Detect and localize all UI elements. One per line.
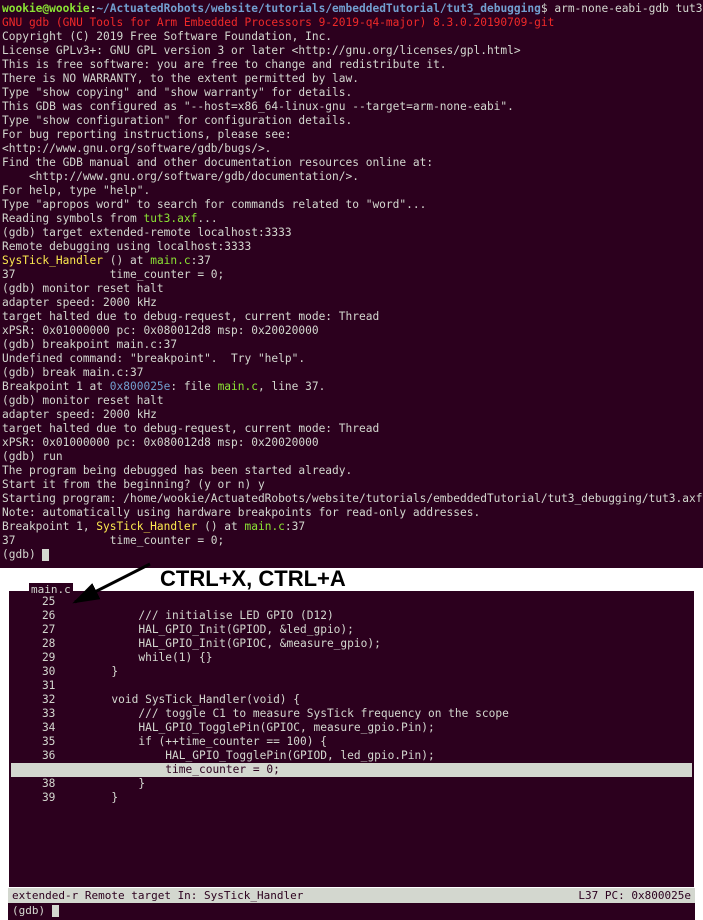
line-number: 26 — [11, 609, 71, 623]
line-number: 27 — [11, 623, 71, 637]
output-line: (gdb) target extended-remote localhost:3… — [2, 226, 701, 240]
source-code: while(1) {} — [71, 651, 212, 664]
source-code: } — [71, 665, 118, 678]
line-number: 36 — [11, 749, 71, 763]
line-number: 34 — [11, 721, 71, 735]
prompt-user: wookie@wookie — [2, 2, 90, 15]
source-code: /// initialise LED GPIO (D12) — [71, 609, 334, 622]
output-line: Type "apropos word" to search for comman… — [2, 198, 701, 212]
annotation-arrow-icon — [40, 560, 160, 610]
shell-prompt: wookie@wookie:~/ActuatedRobots/website/t… — [2, 2, 701, 16]
breakpoint-hit-line: Breakpoint 1, SysTick_Handler () at main… — [2, 520, 701, 534]
line-number: 38 — [11, 777, 71, 791]
output-line: Note: automatically using hardware break… — [2, 506, 701, 520]
output-line: xPSR: 0x01000000 pc: 0x080012d8 msp: 0x2… — [2, 324, 701, 338]
keyboard-shortcut-label: CTRL+X, CTRL+A — [160, 566, 346, 592]
output-line: adapter speed: 2000 kHz — [2, 296, 701, 310]
source-code — [71, 679, 84, 692]
terminal-output[interactable]: wookie@wookie:~/ActuatedRobots/website/t… — [0, 0, 703, 568]
output-line: The program being debugged has been star… — [2, 464, 701, 478]
prompt-path: ~/ActuatedRobots/website/tutorials/embed… — [96, 2, 541, 15]
source-line: 38 } — [11, 777, 692, 791]
gdb-status-bar: extended-r Remote target In: SysTick_Han… — [8, 888, 695, 903]
line-number: 39 — [11, 791, 71, 805]
status-left: extended-r Remote target In: SysTick_Han… — [12, 889, 303, 902]
output-line: Remote debugging using localhost:3333 — [2, 240, 701, 254]
output-line: (gdb) monitor reset halt — [2, 282, 701, 296]
line-number: 29 — [11, 651, 71, 665]
output-line: For bug reporting instructions, please s… — [2, 128, 701, 142]
source-line: B+> 37 time_counter = 0; — [11, 763, 692, 777]
source-line: 28 HAL_GPIO_Init(GPIOC, &measure_gpio); — [11, 637, 692, 651]
source-line: 39 } — [11, 791, 692, 805]
output-line: target halted due to debug-request, curr… — [2, 310, 701, 324]
line-number: 31 — [11, 679, 71, 693]
output-line: Type "show copying" and "show warranty" … — [2, 86, 701, 100]
output-line: Start it from the beginning? (y or n) y — [2, 478, 701, 492]
source-code: void SysTick_Handler(void) { — [71, 693, 300, 706]
source-line: 36 HAL_GPIO_TogglePin(GPIOD, led_gpio.Pi… — [11, 749, 692, 763]
source-code: time_counter = 0; — [71, 763, 280, 776]
output-line: There is NO WARRANTY, to the extent perm… — [2, 72, 701, 86]
source-code: if (++time_counter == 100) { — [71, 735, 327, 748]
cursor-icon — [52, 905, 59, 917]
output-line: target halted due to debug-request, curr… — [2, 422, 701, 436]
status-right: L37 PC: 0x800025e — [578, 889, 691, 902]
output-line: adapter speed: 2000 kHz — [2, 408, 701, 422]
output-line: <http://www.gnu.org/software/gdb/bugs/>. — [2, 142, 701, 156]
output-line: Copyright (C) 2019 Free Software Foundat… — [2, 30, 701, 44]
source-line: 34 HAL_GPIO_TogglePin(GPIOC, measure_gpi… — [11, 721, 692, 735]
output-line: (gdb) break main.c:37 — [2, 366, 701, 380]
output-line: (gdb) breakpoint main.c:37 — [2, 338, 701, 352]
source-line: 31 — [11, 679, 692, 693]
line-number: 28 — [11, 637, 71, 651]
output-line: xPSR: 0x01000000 pc: 0x080012d8 msp: 0x2… — [2, 436, 701, 450]
source-line: 33 /// toggle C1 to measure SysTick freq… — [11, 707, 692, 721]
source-code: HAL_GPIO_Init(GPIOD, &led_gpio); — [71, 623, 354, 636]
source-code: } — [71, 791, 118, 804]
reading-symbols-line: Reading symbols from tut3.axf... — [2, 212, 701, 226]
output-line: <http://www.gnu.org/software/gdb/documen… — [2, 170, 701, 184]
output-line: Undefined command: "breakpoint". Try "he… — [2, 352, 701, 366]
output-line: Type "show configuration" for configurat… — [2, 114, 701, 128]
source-line: 26 /// initialise LED GPIO (D12) — [11, 609, 692, 623]
systick-location: SysTick_Handler () at main.c:37 — [2, 254, 701, 268]
source-code: HAL_GPIO_TogglePin(GPIOC, measure_gpio.P… — [71, 721, 435, 734]
output-line: Find the GDB manual and other documentat… — [2, 156, 701, 170]
source-code: /// toggle C1 to measure SysTick frequen… — [71, 707, 509, 720]
output-line: This is free software: you are free to c… — [2, 58, 701, 72]
output-line: 37 time_counter = 0; — [2, 268, 701, 282]
source-line: 27 HAL_GPIO_Init(GPIOD, &led_gpio); — [11, 623, 692, 637]
source-line: 35 if (++time_counter == 100) { — [11, 735, 692, 749]
output-line: 37 time_counter = 0; — [2, 534, 701, 548]
output-line: GNU gdb (GNU Tools for Arm Embedded Proc… — [2, 16, 701, 30]
source-line: 32 void SysTick_Handler(void) { — [11, 693, 692, 707]
breakpoint-set-line: Breakpoint 1 at 0x800025e: file main.c, … — [2, 380, 701, 394]
line-number: 33 — [11, 707, 71, 721]
output-line: (gdb) monitor reset halt — [2, 394, 701, 408]
gdb-tui-source-window[interactable]: main.c 25 26 /// initialise LED GPIO (D1… — [8, 590, 695, 888]
source-code: HAL_GPIO_TogglePin(GPIOD, led_gpio.Pin); — [71, 749, 435, 762]
source-code: } — [71, 777, 145, 790]
output-line: (gdb) run — [2, 450, 701, 464]
source-line: 30 } — [11, 665, 692, 679]
output-line: This GDB was configured as "--host=x86_6… — [2, 100, 701, 114]
line-number: 35 — [11, 735, 71, 749]
output-line: License GPLv3+: GNU GPL version 3 or lat… — [2, 44, 701, 58]
line-number: 32 — [11, 693, 71, 707]
output-line: For help, type "help". — [2, 184, 701, 198]
shell-command: arm-none-eabi-gdb tut3.axf — [554, 2, 703, 15]
line-number: B+> 37 — [11, 763, 71, 777]
output-line: Starting program: /home/wookie/ActuatedR… — [2, 492, 701, 506]
line-number: 30 — [11, 665, 71, 679]
source-code: HAL_GPIO_Init(GPIOC, &measure_gpio); — [71, 637, 381, 650]
source-line: 29 while(1) {} — [11, 651, 692, 665]
